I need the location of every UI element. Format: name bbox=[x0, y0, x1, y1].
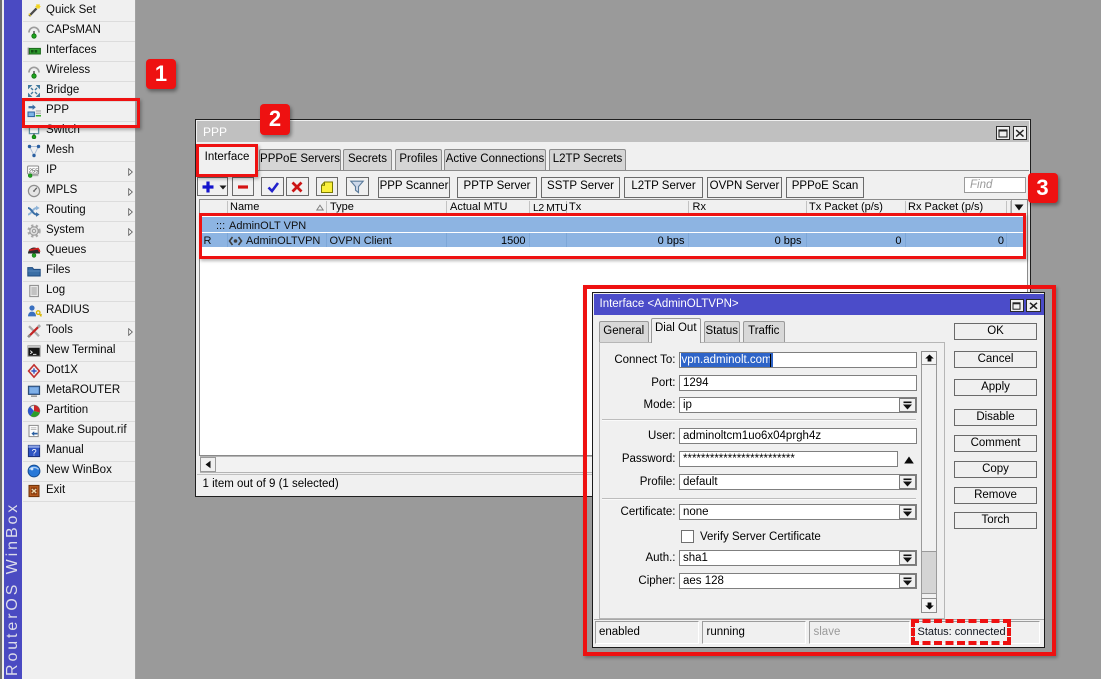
svg-text:?: ? bbox=[32, 448, 37, 458]
